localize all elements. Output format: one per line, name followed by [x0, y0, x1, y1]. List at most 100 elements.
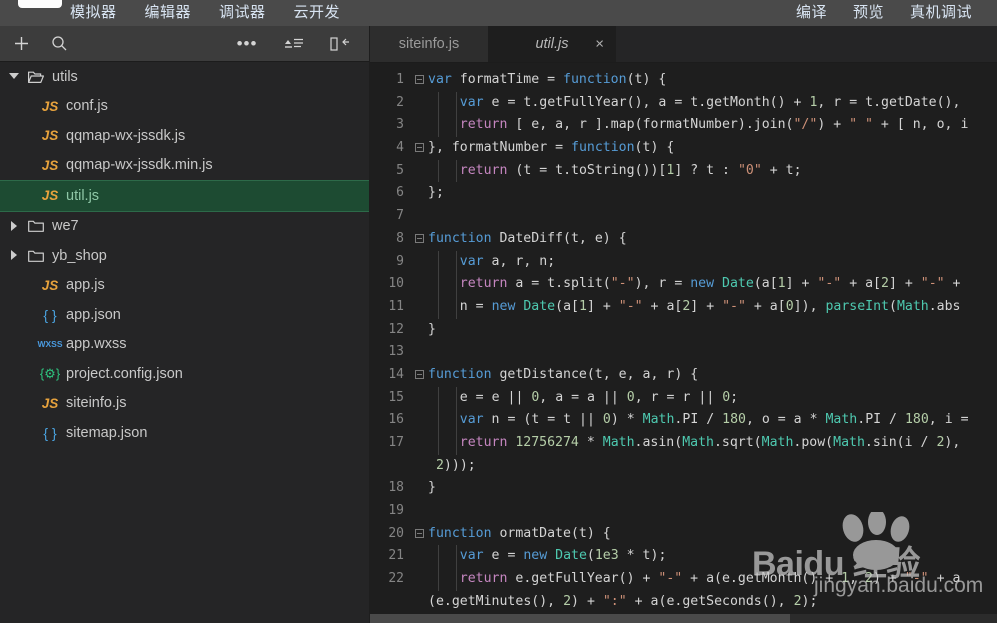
- tree-row-sitemap-json[interactable]: { } sitemap.json: [0, 418, 369, 448]
- line-number: 14: [388, 366, 404, 382]
- line-number: 7: [396, 208, 404, 224]
- tree-row-label: app.wxss: [66, 336, 127, 353]
- collapse-panel-button[interactable]: [327, 26, 353, 61]
- chevron-right-icon[interactable]: [9, 250, 20, 261]
- tree-row-qqmap-wx-jssdk-min-js[interactable]: JS qqmap-wx-jssdk.min.js: [0, 151, 369, 181]
- explorer-toolbar: •••: [0, 26, 369, 62]
- code-line[interactable]: 15 e = e || 0, a = a || 0, r = r || 0;: [370, 386, 997, 410]
- code-line-text: [428, 500, 997, 523]
- json-file-icon: { }: [43, 306, 57, 323]
- top-tab-debugger[interactable]: 调试器: [205, 0, 280, 26]
- line-number: 13: [388, 344, 404, 360]
- sort-icon: [285, 38, 303, 48]
- code-line[interactable]: 16 var n = (t = t || 0) * Math.PI / 180,…: [370, 409, 997, 432]
- line-number: 22: [388, 571, 404, 587]
- wechat-devtools-window: 模拟器 编辑器 调试器 云开发 编译 预览 真机调试 ••• utils JS …: [0, 0, 997, 623]
- code-line[interactable]: 13: [370, 341, 997, 364]
- chevron-down-icon[interactable]: [9, 71, 20, 82]
- tree-row-project-config-json[interactable]: {⚙} project.config.json: [0, 359, 369, 389]
- code-line[interactable]: 14 function getDistance(t, e, a, r) {: [370, 364, 997, 387]
- code-line[interactable]: 19: [370, 500, 997, 523]
- folder-open-icon: [23, 70, 49, 84]
- horizontal-scrollbar[interactable]: [370, 614, 997, 623]
- code-line[interactable]: 22 return e.getFullYear() + "-" + a(e.ge…: [370, 568, 997, 591]
- tree-row-label: util.js: [66, 187, 100, 204]
- tree-row-app-wxss[interactable]: WXSS app.wxss: [0, 330, 369, 360]
- top-action-compile[interactable]: 编译: [783, 0, 840, 26]
- code-line[interactable]: 12}: [370, 319, 997, 342]
- code-line[interactable]: 1 var formatTime = function(t) {: [370, 69, 997, 92]
- code-line[interactable]: 17 return 12756274 * Math.asin(Math.sqrt…: [370, 432, 997, 455]
- tree-row-yb-shop[interactable]: yb_shop: [0, 241, 369, 271]
- editor-tab-siteinfo[interactable]: siteinfo.js: [370, 26, 488, 62]
- tree-row-util-js[interactable]: JS util.js: [0, 180, 369, 212]
- top-tab-cloud-dev[interactable]: 云开发: [280, 0, 355, 26]
- code-line[interactable]: 4}, formatNumber = function(t) {: [370, 137, 997, 160]
- new-file-button[interactable]: [8, 26, 34, 61]
- code-line[interactable]: 3 return [ e, a, r ].map(formatNumber).j…: [370, 114, 997, 138]
- top-action-preview[interactable]: 预览: [840, 0, 897, 26]
- tree-row-app-json[interactable]: { } app.json: [0, 300, 369, 330]
- tree-row-qqmap-wx-jssdk-js[interactable]: JS qqmap-wx-jssdk.js: [0, 121, 369, 151]
- code-line-text: }: [428, 321, 436, 337]
- code-line[interactable]: 9 var a, r, n;: [370, 250, 997, 274]
- fold-toggle-icon[interactable]: [412, 364, 428, 387]
- code-line[interactable]: 21 var e = new Date(1e3 * t);: [370, 545, 997, 569]
- scrollbar-thumb[interactable]: [370, 614, 790, 623]
- code-line[interactable]: 10 return a = t.split("-"), r = new Date…: [370, 273, 997, 296]
- editor-tab-util[interactable]: util.js ×: [488, 26, 616, 62]
- editor-tab-filler: [616, 26, 997, 62]
- tree-row-we7[interactable]: we7: [0, 212, 369, 242]
- tree-row-app-js[interactable]: JS app.js: [0, 271, 369, 301]
- fold-toggle-icon[interactable]: [412, 523, 428, 546]
- fold-toggle-icon[interactable]: [412, 228, 428, 251]
- code-line[interactable]: 6};: [370, 182, 997, 205]
- search-files-button[interactable]: [46, 26, 72, 61]
- fold-toggle-icon[interactable]: [412, 137, 428, 160]
- code-line-text: var a, r, n;: [459, 253, 556, 269]
- editor-tab-label: util.js: [535, 36, 569, 52]
- code-line[interactable]: 2)));: [370, 455, 997, 478]
- tree-row-label: app.js: [66, 277, 105, 294]
- sort-files-button[interactable]: [281, 26, 307, 61]
- more-actions-button[interactable]: •••: [234, 26, 260, 61]
- code-line-text: function DateDiff(t, e) {: [428, 230, 627, 246]
- editor-tab-bar: siteinfo.js util.js ×: [370, 26, 997, 63]
- tree-row-siteinfo-js[interactable]: JS siteinfo.js: [0, 389, 369, 419]
- tree-row-conf-js[interactable]: JS conf.js: [0, 92, 369, 122]
- top-tab-simulator[interactable]: 模拟器: [56, 0, 131, 26]
- code-text-area[interactable]: 1 var formatTime = function(t) {2 var e =…: [370, 63, 997, 623]
- top-tab-editor[interactable]: 编辑器: [131, 0, 206, 26]
- code-line[interactable]: 5 return (t = t.toString())[1] ? t : "0"…: [370, 159, 997, 183]
- line-number: 15: [388, 389, 404, 405]
- code-line[interactable]: 8 function DateDiff(t, e) {: [370, 228, 997, 251]
- code-line[interactable]: (e.getMinutes(), 2) + ":" + a(e.getSecon…: [370, 591, 997, 614]
- code-line[interactable]: 20 function ormatDate(t) {: [370, 523, 997, 546]
- fold-toggle-icon[interactable]: [412, 69, 428, 92]
- line-number: 10: [388, 276, 404, 292]
- code-line-text: };: [428, 185, 444, 201]
- chevron-right-icon[interactable]: [9, 220, 20, 232]
- code-line-text: }: [428, 480, 436, 496]
- code-line-text: return a = t.split("-"), r = new Date(a[…: [459, 276, 961, 292]
- tree-row-label: we7: [52, 218, 79, 235]
- code-line[interactable]: 11 n = new Date(a[1] + "-" + a[2] + "-" …: [370, 295, 997, 319]
- line-number: 21: [388, 548, 404, 564]
- file-tree[interactable]: utils JS conf.js JS qqmap-wx-jssdk.js JS qqmap…: [0, 62, 369, 623]
- tree-row-label: sitemap.json: [66, 424, 148, 441]
- code-line[interactable]: 18}: [370, 477, 997, 500]
- line-number: 3: [396, 117, 404, 133]
- code-line-text: [428, 205, 997, 228]
- close-tab-icon[interactable]: ×: [595, 37, 604, 52]
- code-line[interactable]: 7: [370, 205, 997, 228]
- top-action-remote-debug[interactable]: 真机调试: [897, 0, 985, 26]
- code-line-text: function getDistance(t, e, a, r) {: [428, 366, 699, 382]
- collapse-left-icon: [330, 36, 349, 51]
- code-line[interactable]: 2 var e = t.getFullYear(), a = t.getMont…: [370, 91, 997, 115]
- tree-row-utils[interactable]: utils: [0, 62, 369, 92]
- code-line-text: return [ e, a, r ].map(formatNumber).joi…: [459, 117, 969, 133]
